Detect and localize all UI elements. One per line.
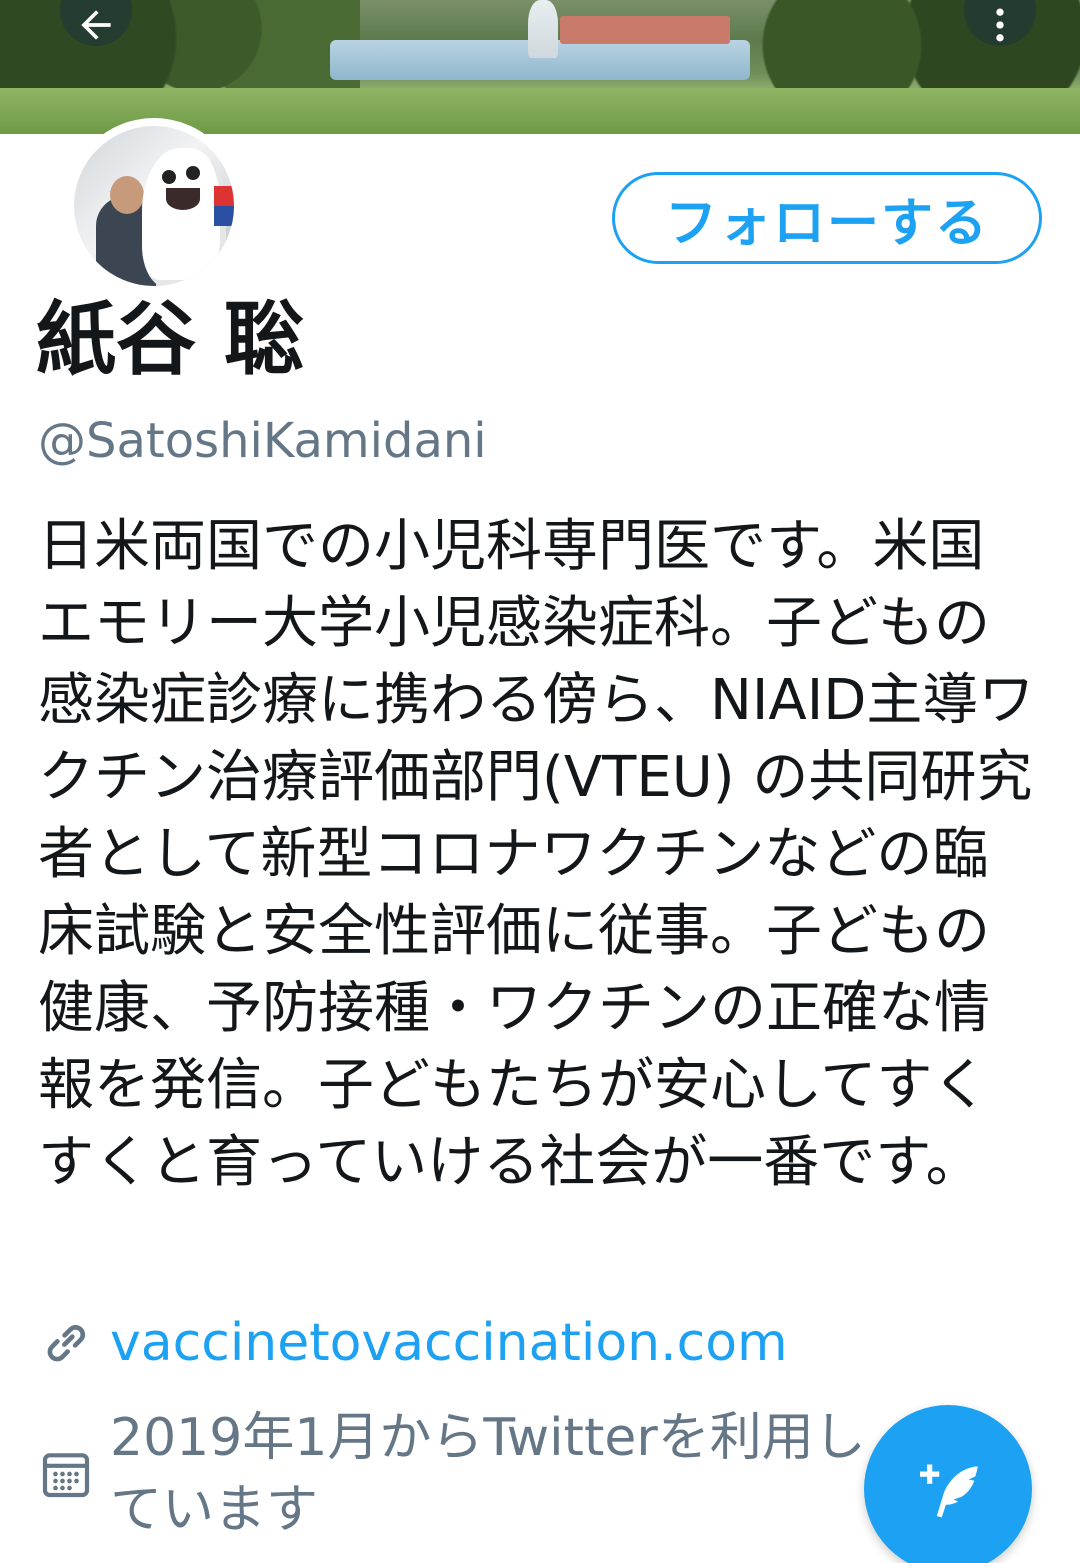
joined-date-text: 2019年1月からTwitterを利用しています [110, 1408, 866, 1540]
link-icon [47, 1325, 86, 1362]
profile-page: フォローする 紙谷 聡 @SatoshiKamidani 日米両国での小児科専門… [0, 0, 1080, 1563]
website-link[interactable]: vaccinetovaccination.com [110, 1313, 788, 1373]
header-banner-image [0, 0, 1080, 134]
compose-tweet-button[interactable] [864, 1405, 1032, 1563]
profile-bio: 日米両国での小児科専門医です。米国エモリー大学小児感染症科。子どもの感染症診療に… [38, 514, 1035, 1195]
website-row[interactable]: vaccinetovaccination.com [38, 1308, 788, 1378]
calendar-icon [42, 1453, 90, 1498]
follow-button[interactable]: フォローする [612, 172, 1042, 264]
more-vertical-icon [996, 8, 1004, 42]
avatar[interactable] [66, 118, 242, 294]
profile-handle: @SatoshiKamidani [38, 413, 487, 469]
compose-tweet-icon [920, 1464, 978, 1518]
joined-date-row: 2019年1月からTwitterを利用しています [38, 1402, 918, 1546]
profile-name: 紙谷 聡 [36, 293, 304, 386]
arrow-left-icon [81, 10, 111, 40]
